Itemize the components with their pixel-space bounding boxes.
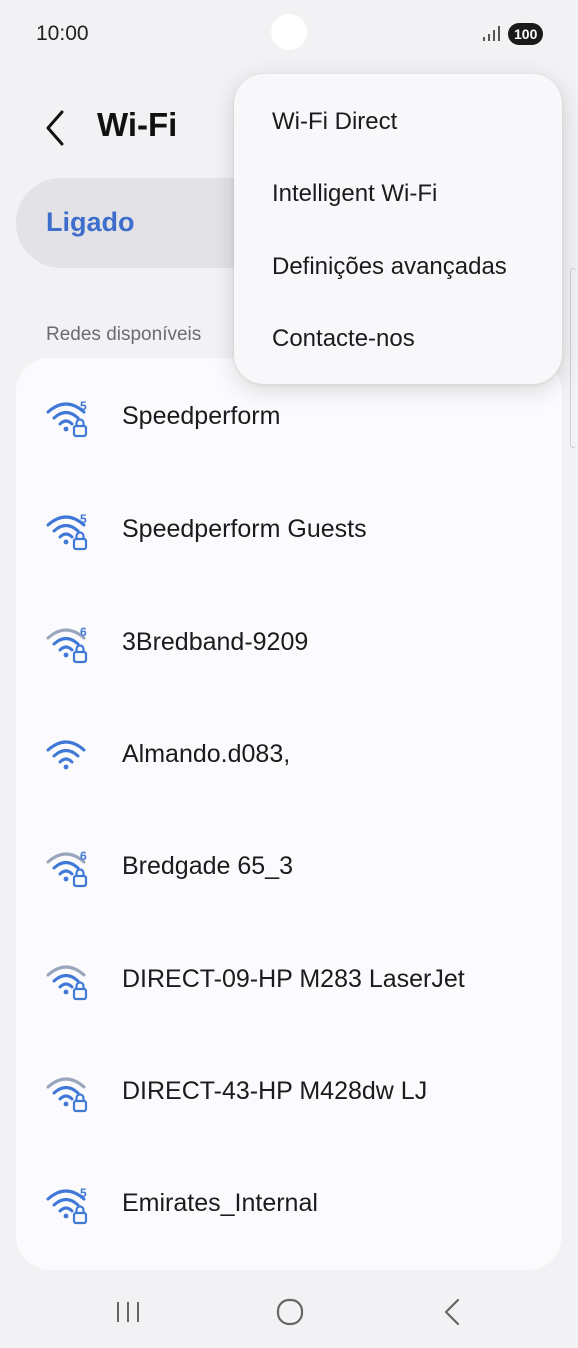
nav-back-icon[interactable] <box>422 1292 482 1332</box>
network-row[interactable]: Almando.d083, <box>16 696 562 808</box>
menu-item-label: Definições avançadas <box>272 253 507 280</box>
network-row[interactable]: 6 3Bredband-9209 <box>16 584 562 696</box>
signal-bars-icon <box>483 26 500 41</box>
home-icon[interactable] <box>260 1292 320 1332</box>
back-button[interactable] <box>40 106 76 150</box>
network-row[interactable]: 5 Emirates_Internal <box>16 1145 562 1257</box>
svg-text:5: 5 <box>80 1186 87 1200</box>
wifi-lock-icon <box>46 1077 88 1113</box>
phone-screen: 10:00 100 Wi-Fi Ligado Redes disponíveis… <box>0 0 578 1348</box>
overflow-menu: Wi-Fi Direct Intelligent Wi-Fi Definiçõe… <box>234 74 562 384</box>
network-name: 3Bredband-9209 <box>122 628 309 656</box>
network-name: DIRECT-43-HP M428dw LJ <box>122 1077 428 1105</box>
menu-item-advanced-settings[interactable]: Definições avançadas <box>234 231 562 303</box>
wifi-lock-icon <box>46 965 88 1001</box>
network-name: Almando.d083, <box>122 740 291 768</box>
svg-text:6: 6 <box>80 625 87 639</box>
network-name: Speedperform <box>122 402 281 430</box>
wifi-5-lock-icon: 5 <box>46 1186 88 1225</box>
camera-cutout <box>271 14 307 50</box>
menu-item-label: Intelligent Wi-Fi <box>272 180 438 207</box>
scrollbar[interactable] <box>570 268 576 448</box>
network-row[interactable]: DIRECT-43-HP M428dw LJ <box>16 1033 562 1145</box>
svg-text:6: 6 <box>80 849 87 863</box>
wifi-6-lock-icon: 6 <box>46 625 88 664</box>
section-label: Redes disponíveis <box>46 324 202 345</box>
menu-item-contact-us[interactable]: Contacte-nos <box>234 303 562 375</box>
wifi-6-lock-icon: 6 <box>46 849 88 888</box>
recents-icon[interactable] <box>98 1292 158 1332</box>
network-name: Bredgade 65_3 <box>122 852 293 880</box>
wifi-open-icon <box>46 740 86 770</box>
svg-text:5: 5 <box>80 512 87 526</box>
wifi-5-lock-icon: 5 <box>46 399 88 438</box>
network-row[interactable]: DIRECT-09-HP M283 LaserJet <box>16 921 562 1033</box>
wifi-toggle-label: Ligado <box>46 207 135 237</box>
network-name: Speedperform Guests <box>122 515 367 543</box>
menu-item-label: Contacte-nos <box>272 325 415 352</box>
network-row[interactable]: 6 Bredgade 65_3 <box>16 808 562 920</box>
network-name: DIRECT-09-HP M283 LaserJet <box>122 965 465 993</box>
svg-text:5: 5 <box>80 399 87 413</box>
network-row[interactable]: 5 Speedperform Guests <box>16 471 562 583</box>
page-title: Wi-Fi <box>97 106 178 143</box>
menu-item-wifi-direct[interactable]: Wi-Fi Direct <box>234 86 562 158</box>
wifi-5-lock-icon: 5 <box>46 512 88 551</box>
menu-item-intelligent-wifi[interactable]: Intelligent Wi-Fi <box>234 158 562 230</box>
battery-indicator: 100 <box>508 23 544 45</box>
status-time: 10:00 <box>36 22 89 45</box>
menu-item-label: Wi-Fi Direct <box>272 108 398 135</box>
network-name: Emirates_Internal <box>122 1189 318 1217</box>
